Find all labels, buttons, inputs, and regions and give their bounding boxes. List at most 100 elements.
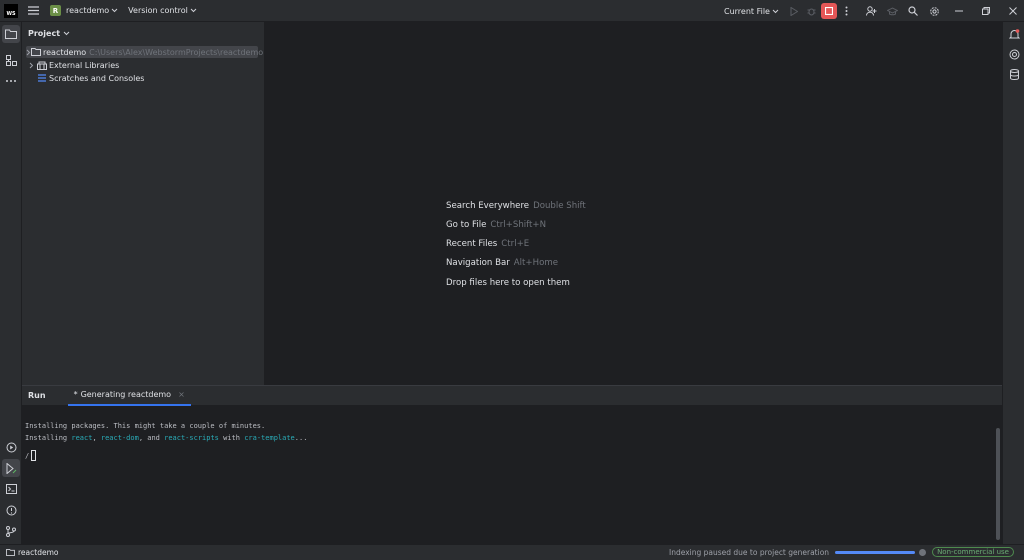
run-tool-icon <box>6 462 16 474</box>
ai-assistant-tool-button[interactable] <box>1005 45 1023 63</box>
spinner-text: / <box>25 452 30 460</box>
status-bar: reactdemo Indexing paused due to project… <box>0 544 1024 560</box>
folder-icon <box>6 549 15 556</box>
package-name: react-scripts <box>164 434 219 442</box>
terminal-icon <box>5 484 17 494</box>
project-panel-header[interactable]: Project <box>22 22 264 44</box>
console-text: Installing <box>25 434 72 442</box>
chevron-down-icon <box>63 31 70 35</box>
indexing-message[interactable]: Indexing paused due to project generatio… <box>669 548 829 557</box>
hint-recent-files: Recent Files Ctrl+E <box>446 239 529 249</box>
structure-tool-button[interactable] <box>2 51 20 69</box>
project-tool-button[interactable] <box>2 25 20 43</box>
package-name: react-dom <box>100 434 139 442</box>
console-text: , and <box>138 434 165 442</box>
hint-label: Search Everywhere <box>446 201 530 211</box>
ai-assistant-icon <box>1009 49 1019 59</box>
problems-icon <box>6 505 16 515</box>
console-line: Installing packages. This might take a c… <box>25 422 266 430</box>
tab-generating-reactdemo[interactable]: * Generating reactdemo × <box>67 386 191 406</box>
settings-gear-icon[interactable] <box>925 2 943 20</box>
stop-button[interactable] <box>820 3 837 19</box>
chevron-right-icon[interactable] <box>26 62 36 69</box>
hint-drop-files: Drop files here to open them <box>446 278 570 288</box>
chevron-down-icon <box>772 9 779 13</box>
modified-dot-icon: * <box>73 390 78 399</box>
tree-item-reactdemo[interactable]: reactdemo C:\Users\Alex\WebstormProjects… <box>26 46 263 58</box>
run-tool-window: Run * Generating reactdemo × Installing … <box>22 385 1002 544</box>
problems-tool-button[interactable] <box>2 501 20 519</box>
tree-item-label: Scratches and Consoles <box>49 73 145 83</box>
console-text: with <box>218 434 245 442</box>
window-controls <box>950 2 1022 20</box>
project-name: reactdemo <box>66 6 110 15</box>
restore-icon[interactable] <box>977 2 995 20</box>
bell-icon <box>1008 28 1020 38</box>
add-user-icon[interactable] <box>862 2 880 20</box>
right-tool-stripe <box>1002 22 1024 544</box>
indexing-progress-bar <box>835 550 916 554</box>
run-icon[interactable] <box>785 2 803 20</box>
console-text: , <box>92 434 101 442</box>
console-output[interactable]: Installing packages. This might take a c… <box>22 406 1002 462</box>
close-tab-icon[interactable]: × <box>178 390 185 399</box>
status-project-name: reactdemo <box>18 548 59 557</box>
terminal-tool-button[interactable] <box>2 480 20 498</box>
status-project-breadcrumb[interactable]: reactdemo <box>6 548 58 557</box>
pause-indexing-icon[interactable] <box>919 548 927 556</box>
console-line: Installing react, react-dom, and react-s… <box>25 432 1002 444</box>
progress-fill <box>835 550 916 554</box>
services-tool-button[interactable] <box>2 438 20 456</box>
learn-icon[interactable] <box>883 2 901 20</box>
database-icon <box>1009 68 1019 80</box>
run-config-selector[interactable]: Current File <box>724 7 779 16</box>
git-tool-button[interactable] <box>2 522 20 540</box>
library-icon <box>36 61 47 70</box>
run-tab-bar: Run * Generating reactdemo × <box>22 386 1002 406</box>
minimize-icon[interactable] <box>950 2 968 20</box>
more-tools-icon[interactable] <box>2 72 20 90</box>
version-control-widget[interactable]: Version control <box>128 6 197 15</box>
folder-icon <box>5 29 17 39</box>
webstorm-logo-icon[interactable]: WS <box>4 3 18 18</box>
hint-label: Drop files here to open them <box>446 278 570 288</box>
notifications-tool-button[interactable] <box>1005 25 1023 43</box>
title-bar: WS R reactdemo Version control Current F… <box>0 0 1024 22</box>
project-tool-window: Project reactdemo C:\Users\Alex\Webstorm… <box>22 22 265 385</box>
editor-area[interactable]: Search Everywhere Double Shift Go to File… <box>266 22 1002 385</box>
database-tool-button[interactable] <box>1005 65 1023 83</box>
vcs-label: Version control <box>128 6 188 15</box>
git-branch-icon <box>6 525 16 537</box>
search-icon[interactable] <box>904 2 922 20</box>
debug-icon[interactable] <box>803 2 821 20</box>
structure-icon <box>5 54 17 66</box>
tree-item-scratches[interactable]: Scratches and Consoles <box>26 72 144 84</box>
hint-navigation-bar: Navigation Bar Alt+Home <box>446 258 558 268</box>
console-cursor-line: / <box>25 444 1002 462</box>
tree-item-label: reactdemo <box>43 47 87 57</box>
tree-item-path: C:\Users\Alex\WebstormProjects\reactdemo <box>89 47 264 57</box>
chevron-down-icon <box>111 8 118 13</box>
console-cursor <box>31 450 37 461</box>
tree-item-external-libraries[interactable]: External Libraries <box>26 59 119 71</box>
license-badge[interactable]: Non-commercial use <box>932 547 1014 557</box>
run-tool-button[interactable] <box>2 459 20 477</box>
hint-shortcut: Alt+Home <box>513 258 558 268</box>
folder-icon <box>31 48 41 56</box>
hint-shortcut: Ctrl+Shift+N <box>490 220 547 230</box>
console-text: ... <box>294 434 308 442</box>
stop-icon <box>824 7 833 15</box>
hint-go-to-file: Go to File Ctrl+Shift+N <box>446 220 546 230</box>
close-icon[interactable] <box>1004 2 1022 20</box>
console-scrollbar[interactable] <box>996 428 1000 540</box>
hint-label: Go to File <box>446 220 487 230</box>
package-name: react <box>71 434 93 442</box>
main-menu-icon[interactable] <box>24 2 42 20</box>
hint-label: Navigation Bar <box>446 258 510 268</box>
package-name: cra-template <box>244 434 295 442</box>
project-widget[interactable]: R reactdemo <box>50 2 118 20</box>
hint-label: Recent Files <box>446 239 498 249</box>
app-logo-text: WS <box>6 10 16 17</box>
services-icon <box>6 442 16 452</box>
more-actions-icon[interactable] <box>838 2 856 20</box>
